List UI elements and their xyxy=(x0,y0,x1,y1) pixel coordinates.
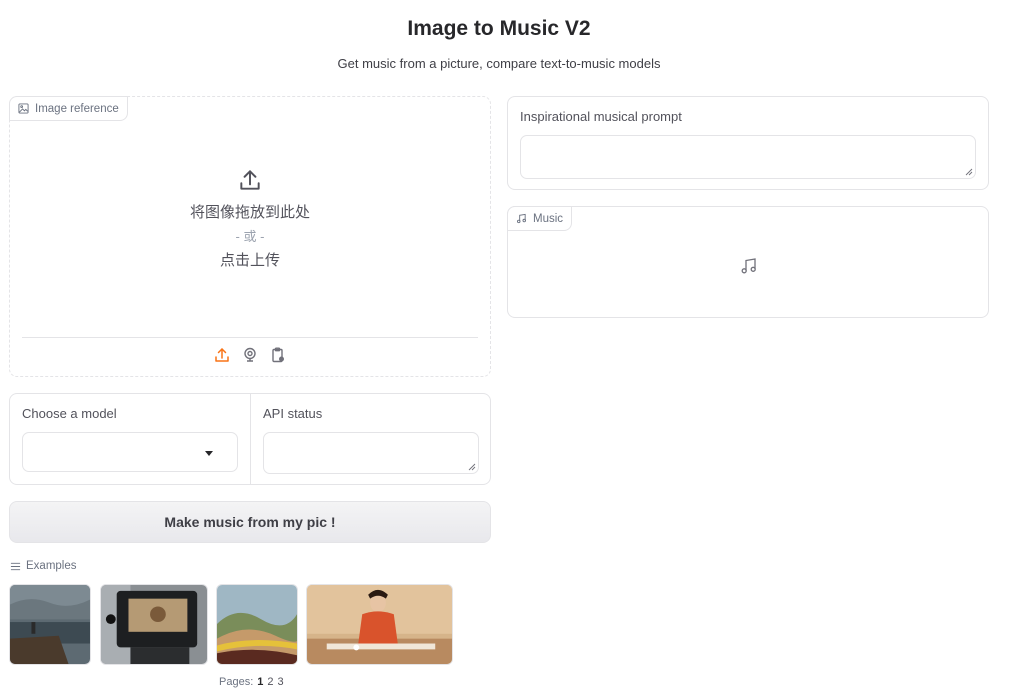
pages-label: Pages: xyxy=(219,676,254,688)
image-reference-tag: Image reference xyxy=(9,96,128,121)
source-divider xyxy=(22,337,478,338)
upload-source-icon[interactable] xyxy=(214,347,230,363)
page-link[interactable]: 3 xyxy=(278,676,284,688)
image-reference-label: Image reference xyxy=(35,102,119,115)
webcam-icon[interactable] xyxy=(242,347,258,363)
diner-woman-example[interactable] xyxy=(306,584,453,665)
stormy-sea-example[interactable] xyxy=(9,584,91,665)
vintage-car-example[interactable] xyxy=(100,584,208,665)
click-upload-text: 点击上传 xyxy=(219,252,280,269)
drop-text: 将图像拖放到此处 xyxy=(189,204,310,221)
page-link[interactable]: 2 xyxy=(267,676,273,688)
model-status-panel: Choose a model API status xyxy=(9,393,491,485)
resize-grip-icon[interactable] xyxy=(468,463,476,471)
app-root: Image to Music V2 Get music from a pictu… xyxy=(0,0,1014,695)
image-upload-panel[interactable]: Image reference 将图像拖放到此处 - 或 - 点击上传 xyxy=(9,96,491,377)
column-divider xyxy=(250,394,251,484)
rolling-hills-example[interactable] xyxy=(216,584,298,665)
source-selector xyxy=(10,347,490,363)
music-panel: Music xyxy=(507,206,989,318)
music-note-icon xyxy=(517,213,526,224)
list-icon xyxy=(10,562,21,570)
or-text: - 或 - xyxy=(235,229,265,244)
make-music-button[interactable]: Make music from my pic ! xyxy=(9,501,491,543)
upload-drop-zone[interactable]: 将图像拖放到此处 - 或 - 点击上传 xyxy=(10,167,490,273)
prompt-field[interactable] xyxy=(520,135,976,179)
music-label: Music xyxy=(533,212,564,225)
page-title: Image to Music V2 xyxy=(407,17,591,40)
image-icon xyxy=(18,103,29,114)
api-status-label: API status xyxy=(263,406,323,421)
music-placeholder-icon xyxy=(741,258,756,274)
page-link[interactable]: 1 xyxy=(257,676,263,688)
chevron-down-icon xyxy=(205,451,213,456)
prompt-label: Inspirational musical prompt xyxy=(520,109,682,124)
resize-grip-icon[interactable] xyxy=(965,168,973,176)
music-tag: Music xyxy=(507,206,573,231)
examples-pagination: Pages: 1 2 3 xyxy=(219,676,284,688)
prompt-panel: Inspirational musical prompt xyxy=(507,96,989,190)
clipboard-icon[interactable] xyxy=(270,347,286,363)
page-subtitle: Get music from a picture, compare text-t… xyxy=(337,56,661,71)
examples-label: Examples xyxy=(26,560,77,572)
model-label: Choose a model xyxy=(22,406,117,421)
upload-icon xyxy=(240,170,260,190)
examples-header: Examples xyxy=(10,560,77,572)
api-status-field[interactable] xyxy=(263,432,479,474)
model-dropdown[interactable] xyxy=(22,432,238,472)
